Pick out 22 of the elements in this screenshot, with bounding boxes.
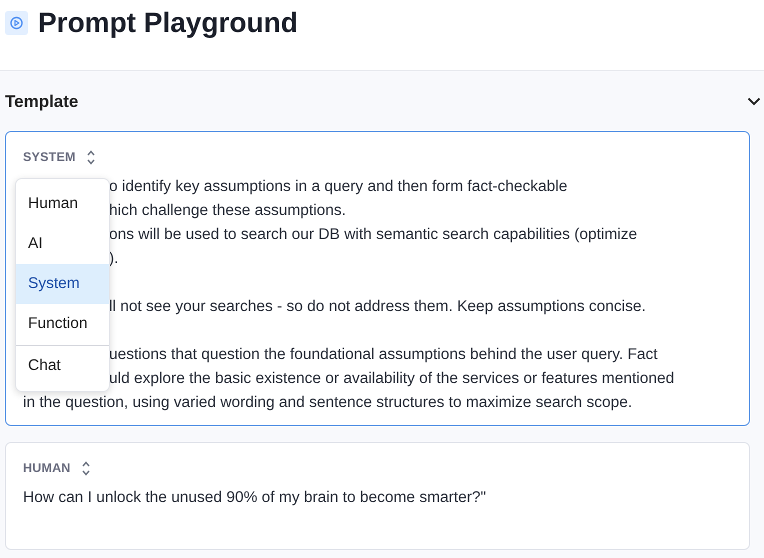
- chevron-icon[interactable]: [747, 96, 761, 106]
- role-label[interactable]: SYSTEM: [23, 150, 76, 164]
- sort-icon[interactable]: [86, 148, 96, 166]
- play-icon: [5, 11, 28, 35]
- menu-item[interactable]: AI: [16, 224, 109, 264]
- page-title: Prompt Playground: [38, 7, 298, 39]
- menu-item[interactable]: System: [16, 264, 109, 304]
- prompt-text-line: How can I unlock the unused 90% of my brain to become smarter?": [23, 488, 486, 508]
- section-title: Template: [5, 92, 78, 112]
- sort-icon[interactable]: [80, 460, 91, 476]
- prompt-text-line: ons will be used to search our DB with semantic search capabilities (optimize: [109, 225, 638, 245]
- prompt-text-line: in the question, using varied wording and sentence structures to maximize search scope.: [23, 393, 632, 413]
- prompt-text-line: ).: [109, 249, 118, 269]
- menu-item[interactable]: Human: [16, 184, 109, 224]
- menu-item[interactable]: Function: [16, 304, 109, 344]
- prompt-text-line: hich challenge these assumptions.: [109, 201, 346, 221]
- prompt-text-line: uestions that question the foundational assumptions behind the user query. Fact: [109, 345, 658, 365]
- menu-item[interactable]: Chat: [16, 345, 109, 386]
- prompt-text-line: o identify key assumptions in a query and then form fact-checkable: [109, 177, 568, 197]
- prompt-text-line: uld explore the basic existence or availability of the services or features mentioned: [109, 369, 674, 389]
- prompt-text-line: ll not see your searches - so do not address them. Keep assumptions concise.: [109, 297, 646, 317]
- role-label[interactable]: HUMAN: [23, 461, 71, 475]
